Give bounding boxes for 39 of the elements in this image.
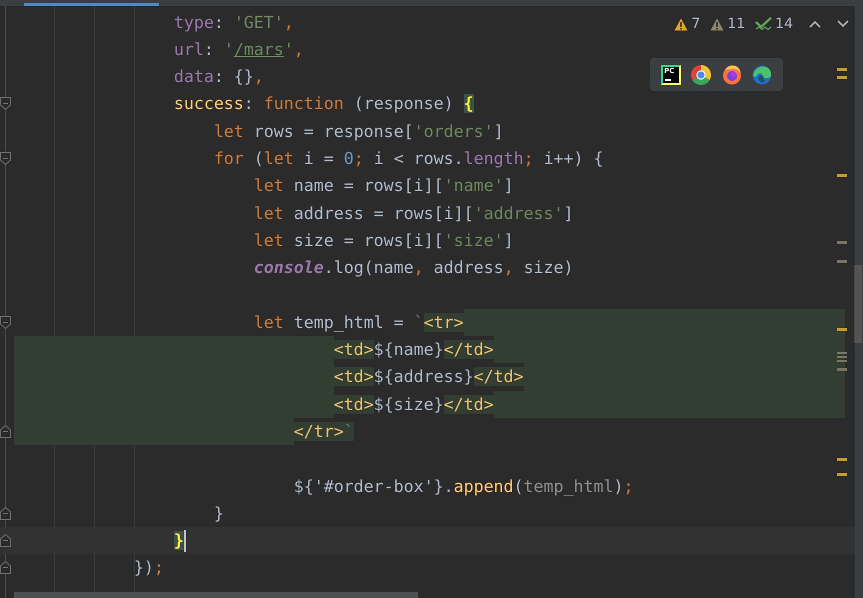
fold-marker-icon[interactable] xyxy=(0,561,11,574)
code-line: let name = rows[i]['name'] xyxy=(254,175,514,198)
tricolor-circle-icon[interactable] xyxy=(691,64,712,84)
code-line: <td>${address}</td> xyxy=(334,366,524,388)
code-line: let address = rows[i]['address'] xyxy=(254,202,574,225)
scrollbar-thumb[interactable] xyxy=(854,265,862,343)
code-line: ${'#order-box'}.append(temp_html); xyxy=(294,476,634,498)
warning-icon xyxy=(710,18,724,30)
wave-swirl-icon[interactable] xyxy=(752,64,772,84)
code-line: <td>${size}</td> xyxy=(334,394,494,416)
check-icon xyxy=(755,17,772,31)
fold-marker-icon[interactable] xyxy=(0,152,11,165)
fold-marker-icon[interactable] xyxy=(0,424,11,438)
chevron-up-icon[interactable] xyxy=(809,20,821,28)
inspection-counter[interactable]: 7 xyxy=(674,16,700,32)
horizontal-scrollbar[interactable] xyxy=(14,592,418,598)
code-line: } xyxy=(214,502,224,525)
code-line: </tr>` xyxy=(294,420,354,443)
code-line: let size = rows[i]['size'] xyxy=(254,230,514,252)
chevron-down-icon[interactable] xyxy=(837,20,849,28)
vertical-scrollbar[interactable] xyxy=(855,6,863,598)
flame-globe-icon[interactable] xyxy=(722,64,742,84)
code-line: type: 'GET', xyxy=(174,12,294,34)
code-line: url: '/mars', xyxy=(174,38,304,61)
code-line: console.log(name, address, size) xyxy=(254,257,574,280)
code-line: let rows = response['orders'] xyxy=(214,120,504,143)
warning-icon xyxy=(674,18,688,30)
fold-marker-icon[interactable] xyxy=(0,506,11,520)
code-line: success: function (response) { xyxy=(174,93,474,116)
fold-marker-icon[interactable] xyxy=(0,316,11,329)
code-line: data: {}, xyxy=(174,66,264,88)
code-line: <td>${name}</td> xyxy=(334,339,494,362)
inspection-counter[interactable]: 14 xyxy=(755,16,793,32)
fold-marker-icon[interactable] xyxy=(0,534,11,548)
inspection-counter[interactable]: 11 xyxy=(710,16,746,32)
code-line: }); xyxy=(134,557,164,580)
fold-marker-icon[interactable] xyxy=(0,97,11,110)
code-line: let temp_html = `<tr> xyxy=(254,312,464,334)
code-line: for (let i = 0; i < rows.length; i++) { xyxy=(214,148,604,170)
